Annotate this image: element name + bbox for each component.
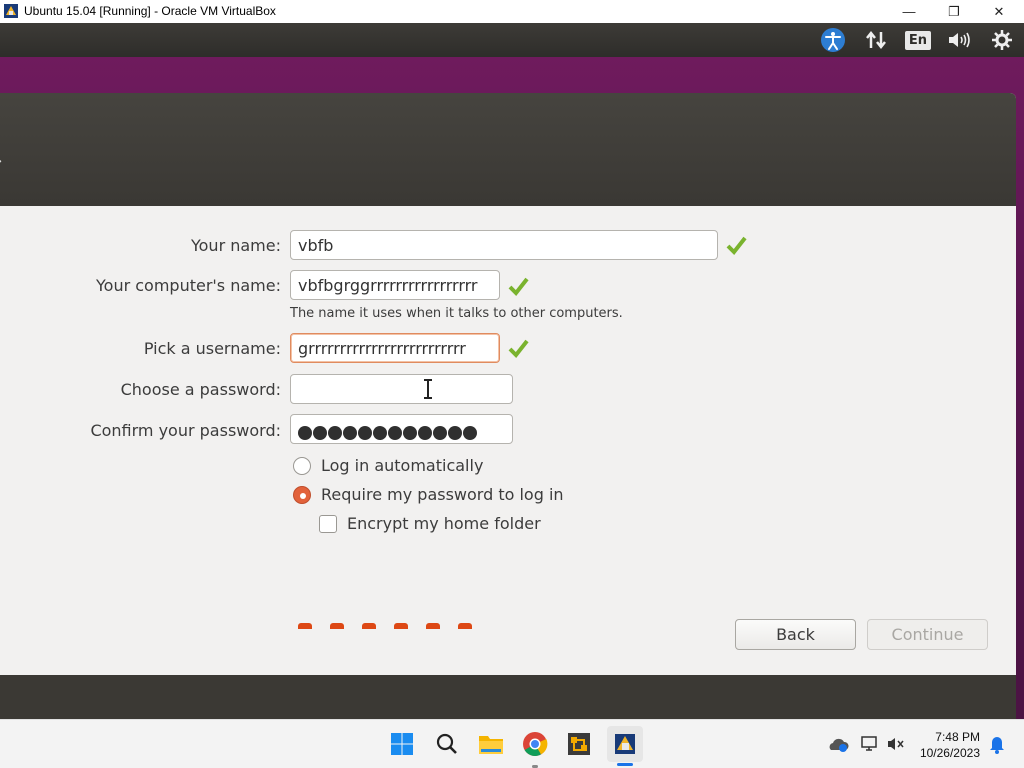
progress-dot: [394, 623, 408, 629]
computer-name-label: Your computer's name:: [96, 276, 281, 295]
progress-dot: [330, 623, 344, 629]
password-mask-dot: [373, 425, 387, 440]
search-icon[interactable]: [431, 728, 463, 760]
keyboard-language-indicator[interactable]: En: [904, 27, 932, 53]
progress-dot: [362, 623, 376, 629]
progress-dot: [458, 623, 472, 629]
encrypt-home-checkbox[interactable]: [319, 515, 337, 533]
computer-name-check-icon: [508, 277, 529, 297]
confirm-password-label: Confirm your password:: [90, 421, 281, 440]
password-mask-dot: [403, 425, 417, 440]
notification-bell-icon[interactable]: [986, 728, 1008, 760]
password-mask-dot: [418, 425, 432, 440]
username-check-icon: [508, 339, 529, 359]
language-label: En: [904, 30, 932, 50]
password-mask-dot: [358, 425, 372, 440]
close-button[interactable]: ✕: [976, 0, 1022, 23]
virtualbox-app-icon: [4, 4, 18, 18]
password-mask-dot: [298, 425, 312, 440]
password-field[interactable]: [290, 374, 513, 404]
installer-window: › Your name: vbfb Your computer's name: …: [0, 93, 1016, 719]
network-icon[interactable]: [862, 27, 890, 53]
text-cursor-icon: [424, 379, 432, 399]
encrypt-home-label: Encrypt my home folder: [347, 514, 541, 533]
windows-taskbar: 7:48 PM 10/26/2023: [0, 719, 1024, 768]
password-mask-dot: [433, 425, 447, 440]
require-password-label: Require my password to log in: [321, 485, 564, 504]
password-mask-dot: [343, 425, 357, 440]
restore-button[interactable]: ❐: [931, 0, 977, 23]
clock-date: 10/26/2023: [919, 746, 980, 760]
password-label: Choose a password:: [120, 380, 281, 399]
volume-muted-icon[interactable]: [884, 728, 908, 760]
password-mask-dot: [463, 425, 477, 440]
continue-button[interactable]: Continue: [867, 619, 988, 650]
require-password-radio[interactable]: [293, 486, 311, 504]
password-mask-dot: [328, 425, 342, 440]
progress-dot: [298, 623, 312, 629]
clock-time: 7:48 PM: [935, 730, 980, 744]
installer-header: ›: [0, 93, 1016, 206]
file-explorer-icon[interactable]: [475, 728, 507, 760]
minimize-button[interactable]: —: [886, 0, 932, 23]
window-title: Ubuntu 15.04 [Running] - Oracle VM Virtu…: [24, 4, 276, 18]
installer-footer: [0, 675, 1016, 719]
back-button[interactable]: Back: [735, 619, 856, 650]
settings-icon[interactable]: [988, 27, 1016, 53]
confirm-password-field[interactable]: [290, 414, 513, 444]
onedrive-icon[interactable]: [826, 728, 850, 760]
chrome-icon[interactable]: [519, 728, 551, 768]
login-automatically-label: Log in automatically: [321, 456, 484, 475]
windows-start-icon[interactable]: [386, 728, 418, 760]
your-name-field[interactable]: vbfb: [290, 230, 718, 260]
password-mask-dot: [388, 425, 402, 440]
vmware-icon[interactable]: [563, 728, 595, 760]
password-mask: [298, 422, 478, 441]
progress-dot: [426, 623, 440, 629]
clock[interactable]: 7:48 PM 10/26/2023: [916, 729, 980, 761]
header-arrow-icon: ›: [0, 151, 2, 170]
username-label: Pick a username:: [143, 339, 281, 358]
your-name-label: Your name:: [190, 236, 281, 255]
password-mask-dot: [313, 425, 327, 440]
your-name-check-icon: [726, 236, 747, 256]
computer-name-hint: The name it uses when it talks to other …: [290, 306, 623, 321]
computer-name-field[interactable]: vbfbgrggrrrrrrrrrrrrrrrrr: [290, 270, 500, 300]
volume-icon[interactable]: [946, 27, 974, 53]
virtualbox-icon[interactable]: [607, 726, 643, 766]
accessibility-icon[interactable]: [819, 27, 847, 53]
network-status-icon[interactable]: [858, 728, 882, 760]
ubuntu-top-panel: En: [0, 23, 1024, 57]
username-field[interactable]: grrrrrrrrrrrrrrrrrrrrrrrrr: [290, 333, 500, 363]
progress-dots: [298, 623, 472, 629]
host-title-bar: Ubuntu 15.04 [Running] - Oracle VM Virtu…: [0, 0, 1024, 23]
password-mask-dot: [448, 425, 462, 440]
login-automatically-radio[interactable]: [293, 457, 311, 475]
